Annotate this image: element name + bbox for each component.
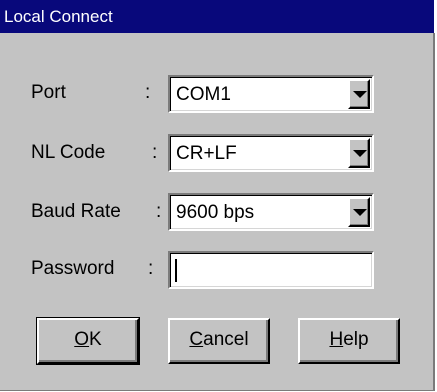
cancel-button[interactable]: Cancel bbox=[168, 318, 270, 364]
baud-rate-dropdown-button[interactable] bbox=[348, 197, 370, 227]
baud-rate-label: Baud Rate bbox=[31, 201, 121, 222]
cancel-hotkey: C bbox=[189, 329, 204, 350]
nl-code-value: CR+LF bbox=[176, 143, 237, 164]
text-caret bbox=[175, 259, 177, 282]
password-colon: : bbox=[148, 258, 154, 279]
port-select[interactable]: COM1 bbox=[168, 75, 374, 113]
ok-button[interactable]: OK bbox=[36, 317, 140, 365]
help-hotkey: H bbox=[329, 329, 344, 350]
nl-code-label: NL Code bbox=[31, 142, 106, 163]
dialog-body: Port : COM1 NL Code : CR+LF Baud Rate : … bbox=[0, 33, 435, 391]
nl-code-dropdown-button[interactable] bbox=[348, 138, 370, 168]
port-value: COM1 bbox=[176, 84, 231, 105]
local-connect-dialog: Local Connect Port : COM1 NL Code : CR+L… bbox=[0, 0, 437, 392]
chevron-down-icon bbox=[353, 91, 367, 98]
password-label: Password bbox=[31, 258, 115, 279]
ok-hotkey: O bbox=[74, 329, 90, 350]
title-bar[interactable]: Local Connect bbox=[0, 0, 434, 33]
port-colon: : bbox=[145, 82, 151, 103]
nl-code-select[interactable]: CR+LF bbox=[168, 134, 374, 172]
nl-code-colon: : bbox=[152, 142, 158, 163]
help-label-rest: elp bbox=[343, 329, 369, 350]
chevron-down-icon bbox=[353, 150, 367, 157]
ok-label-rest: K bbox=[89, 329, 102, 350]
window-title: Local Connect bbox=[4, 7, 113, 26]
help-button[interactable]: Help bbox=[298, 318, 400, 364]
baud-rate-colon: : bbox=[156, 201, 162, 222]
baud-rate-select[interactable]: 9600 bps bbox=[168, 193, 374, 231]
baud-rate-value: 9600 bps bbox=[176, 202, 255, 223]
port-label: Port bbox=[31, 82, 66, 103]
cancel-label-rest: ancel bbox=[203, 329, 249, 350]
chevron-down-icon bbox=[353, 209, 367, 216]
port-dropdown-button[interactable] bbox=[348, 79, 370, 109]
password-field[interactable] bbox=[168, 251, 374, 289]
